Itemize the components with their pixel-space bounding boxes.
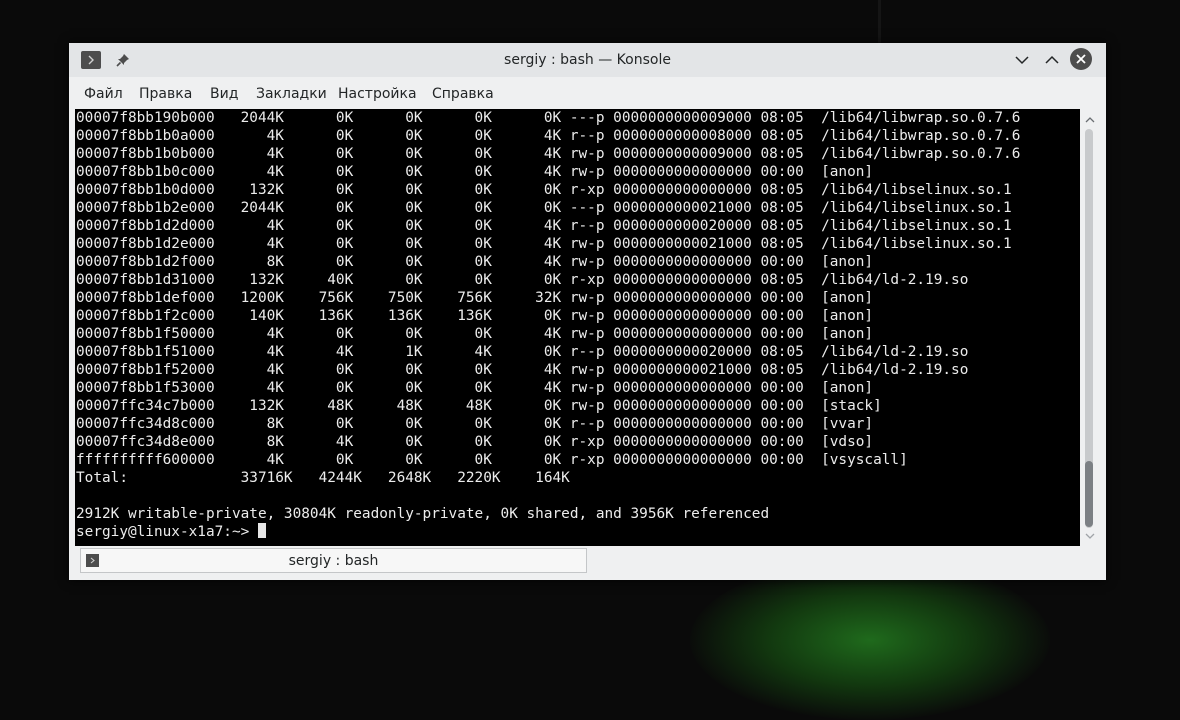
terminal-output[interactable]: 00007f8bb190b000 2044K 0K 0K 0K 0K ---p … — [75, 109, 1080, 546]
desktop-wallpaper-glow — [690, 560, 1050, 720]
terminal-line: 00007f8bb190b000 2044K 0K 0K 0K 0K ---p … — [76, 110, 1021, 126]
terminal-line: 00007f8bb1b0a000 4K 0K 0K 0K 4K r--p 000… — [76, 128, 1021, 144]
terminal-line: 00007f8bb1b0d000 132K 0K 0K 0K 0K r-xp 0… — [76, 182, 1012, 198]
terminal-line: 00007f8bb1f52000 4K 0K 0K 0K 4K rw-p 000… — [76, 362, 969, 378]
terminal-line: 00007f8bb1b2e000 2044K 0K 0K 0K 0K ---p … — [76, 200, 1012, 216]
window-title: sergiy : bash — Konsole — [504, 52, 671, 68]
menu-file[interactable]: Файл — [84, 79, 123, 109]
chevron-down-icon[interactable] — [1011, 49, 1033, 71]
tab-sergiy-bash[interactable]: sergiy : bash — [80, 548, 587, 573]
text-cursor — [257, 523, 266, 538]
terminal-line: ffffffffff600000 4K 0K 0K 0K 0K r-xp 000… — [76, 452, 908, 468]
tab-bar: sergiy : bash — [75, 548, 1100, 574]
terminal-line: 00007ffc34d8c000 8K 0K 0K 0K 0K r--p 000… — [76, 416, 874, 432]
terminal-line: 00007ffc34c7b000 132K 48K 48K 48K 0K rw-… — [76, 398, 882, 414]
terminal-line: Total: 33716K 4244K 2648K 2220K 164K — [76, 470, 570, 486]
menu-settings[interactable]: Настройка — [338, 79, 417, 109]
konsole-window: sergiy : bash — Konsole Файл Правка Вид … — [69, 43, 1106, 580]
menu-bookmarks[interactable]: Закладки — [256, 79, 327, 109]
scrollbar-thumb[interactable] — [1085, 461, 1093, 527]
menu-edit[interactable]: Правка — [139, 79, 192, 109]
terminal-line: 00007f8bb1def000 1200K 756K 750K 756K 32… — [76, 290, 874, 306]
scroll-up-arrow-icon[interactable] — [1080, 111, 1100, 127]
terminal-line: 00007f8bb1b0c000 4K 0K 0K 0K 4K rw-p 000… — [76, 164, 874, 180]
menu-help[interactable]: Справка — [432, 79, 494, 109]
terminal-line: 00007f8bb1d31000 132K 40K 0K 0K 0K r-xp … — [76, 272, 969, 288]
terminal-text: 00007f8bb190b000 2044K 0K 0K 0K 0K ---p … — [75, 109, 1080, 541]
terminal-scrollbar[interactable] — [1080, 109, 1100, 546]
terminal-line: 2912K writable-private, 30804K readonly-… — [76, 506, 770, 522]
terminal-line: 00007f8bb1f53000 4K 0K 0K 0K 4K rw-p 000… — [76, 380, 874, 396]
terminal-line: 00007f8bb1d2e000 4K 0K 0K 0K 4K rw-p 000… — [76, 236, 1012, 252]
terminal-line: 00007f8bb1f50000 4K 0K 0K 0K 4K rw-p 000… — [76, 326, 874, 342]
menu-bar: Файл Правка Вид Закладки Настройка Справ… — [69, 79, 1106, 109]
menu-view[interactable]: Вид — [210, 79, 238, 109]
chevron-up-icon[interactable] — [1041, 49, 1063, 71]
titlebar[interactable]: sergiy : bash — Konsole — [69, 43, 1106, 77]
terminal-line: 00007f8bb1d2f000 8K 0K 0K 0K 4K rw-p 000… — [76, 254, 874, 270]
terminal-line: 00007f8bb1f51000 4K 4K 1K 4K 0K r--p 000… — [76, 344, 969, 360]
scroll-down-arrow-icon[interactable] — [1080, 528, 1100, 544]
shell-prompt: sergiy@linux-x1a7:~> — [76, 524, 258, 540]
terminal-line: 00007f8bb1f2c000 140K 136K 136K 136K 0K … — [76, 308, 874, 324]
terminal-prompt-line: sergiy@linux-x1a7:~> — [76, 523, 1080, 541]
desktop-background-line — [878, 0, 881, 44]
tab-label: sergiy : bash — [288, 553, 379, 569]
terminal-line: 00007f8bb1d2d000 4K 0K 0K 0K 4K r--p 000… — [76, 218, 1012, 234]
terminal-line: 00007ffc34d8e000 8K 4K 0K 0K 0K r-xp 000… — [76, 434, 874, 450]
terminal-line: 00007f8bb1b0b000 4K 0K 0K 0K 4K rw-p 000… — [76, 146, 1021, 162]
close-icon[interactable] — [1070, 48, 1092, 70]
